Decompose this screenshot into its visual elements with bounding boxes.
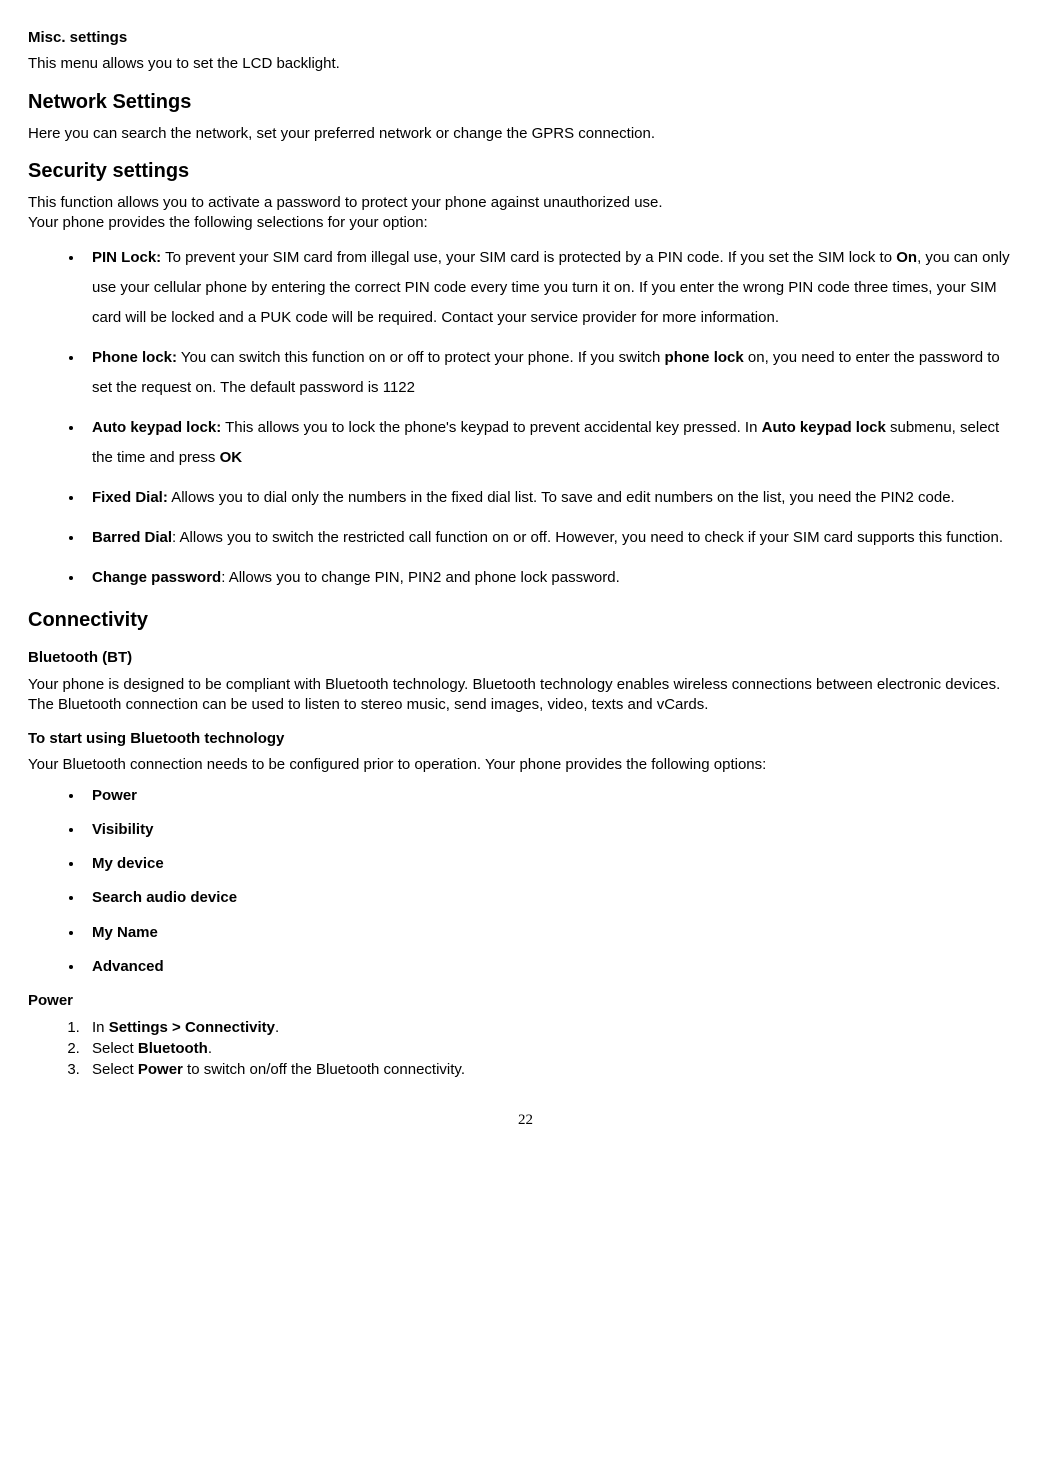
list-item: PIN Lock: To prevent your SIM card from … — [84, 243, 1023, 333]
change-label: Change password — [92, 569, 221, 586]
pin-on: On — [896, 249, 917, 266]
step3-a: Select — [92, 1061, 138, 1078]
power-steps: In Settings > Connectivity. Select Bluet… — [28, 1017, 1023, 1080]
security-intro1: This function allows you to activate a p… — [28, 194, 663, 211]
pin-t1: To prevent your SIM card from illegal us… — [161, 249, 896, 266]
step2-b: Bluetooth — [138, 1040, 208, 1057]
list-item: Fixed Dial: Allows you to dial only the … — [84, 483, 1023, 513]
list-item: My device — [84, 854, 1023, 874]
step1-a: In — [92, 1019, 109, 1036]
phone-b: phone lock — [665, 349, 744, 366]
start-heading: To start using Bluetooth technology — [28, 729, 1023, 749]
opt-visibility: Visibility — [92, 821, 153, 838]
security-intro: This function allows you to activate a p… — [28, 193, 1023, 234]
list-item: Phone lock: You can switch this function… — [84, 343, 1023, 403]
misc-body: This menu allows you to set the LCD back… — [28, 54, 1023, 74]
opt-my-device: My device — [92, 855, 164, 872]
fixed-label: Fixed Dial: — [92, 489, 168, 506]
list-item: In Settings > Connectivity. — [84, 1017, 1023, 1038]
opt-advanced: Advanced — [92, 958, 164, 975]
bluetooth-heading: Bluetooth (BT) — [28, 648, 1023, 668]
auto-b: Auto keypad lock — [762, 419, 886, 436]
list-item: Barred Dial: Allows you to switch the re… — [84, 523, 1023, 553]
network-heading: Network Settings — [28, 89, 1023, 116]
barred-t: : Allows you to switch the restricted ca… — [172, 529, 1003, 546]
opt-search-audio: Search audio device — [92, 889, 237, 906]
barred-label: Barred Dial — [92, 529, 172, 546]
phone-label: Phone lock: — [92, 349, 177, 366]
bt-options-list: Power Visibility My device Search audio … — [28, 786, 1023, 978]
step3-b: Power — [138, 1061, 183, 1078]
step1-c: . — [275, 1019, 279, 1036]
list-item: Visibility — [84, 820, 1023, 840]
security-intro2: Your phone provides the following select… — [28, 214, 428, 231]
list-item: Select Bluetooth. — [84, 1038, 1023, 1059]
step2-c: . — [208, 1040, 212, 1057]
list-item: Auto keypad lock: This allows you to loc… — [84, 413, 1023, 473]
bluetooth-body: Your phone is designed to be compliant w… — [28, 675, 1023, 716]
auto-label: Auto keypad lock: — [92, 419, 221, 436]
step2-a: Select — [92, 1040, 138, 1057]
change-t: : Allows you to change PIN, PIN2 and pho… — [221, 569, 620, 586]
list-item: My Name — [84, 923, 1023, 943]
list-item: Search audio device — [84, 888, 1023, 908]
list-item: Change password: Allows you to change PI… — [84, 563, 1023, 593]
misc-heading: Misc. settings — [28, 28, 1023, 48]
step1-b: Settings > Connectivity — [109, 1019, 275, 1036]
network-body: Here you can search the network, set you… — [28, 124, 1023, 144]
opt-my-name: My Name — [92, 924, 158, 941]
power-heading: Power — [28, 991, 1023, 1011]
fixed-t: Allows you to dial only the numbers in t… — [168, 489, 955, 506]
auto-t1: This allows you to lock the phone's keyp… — [221, 419, 761, 436]
phone-t1: You can switch this function on or off t… — [177, 349, 665, 366]
opt-power: Power — [92, 787, 137, 804]
page-number: 22 — [28, 1110, 1023, 1130]
list-item: Power — [84, 786, 1023, 806]
security-list: PIN Lock: To prevent your SIM card from … — [28, 243, 1023, 593]
list-item: Advanced — [84, 957, 1023, 977]
security-heading: Security settings — [28, 158, 1023, 185]
auto-ok: OK — [220, 449, 243, 466]
connectivity-heading: Connectivity — [28, 607, 1023, 634]
step3-c: to switch on/off the Bluetooth connectiv… — [183, 1061, 465, 1078]
pin-label: PIN Lock: — [92, 249, 161, 266]
start-body: Your Bluetooth connection needs to be co… — [28, 755, 1023, 775]
list-item: Select Power to switch on/off the Blueto… — [84, 1059, 1023, 1080]
